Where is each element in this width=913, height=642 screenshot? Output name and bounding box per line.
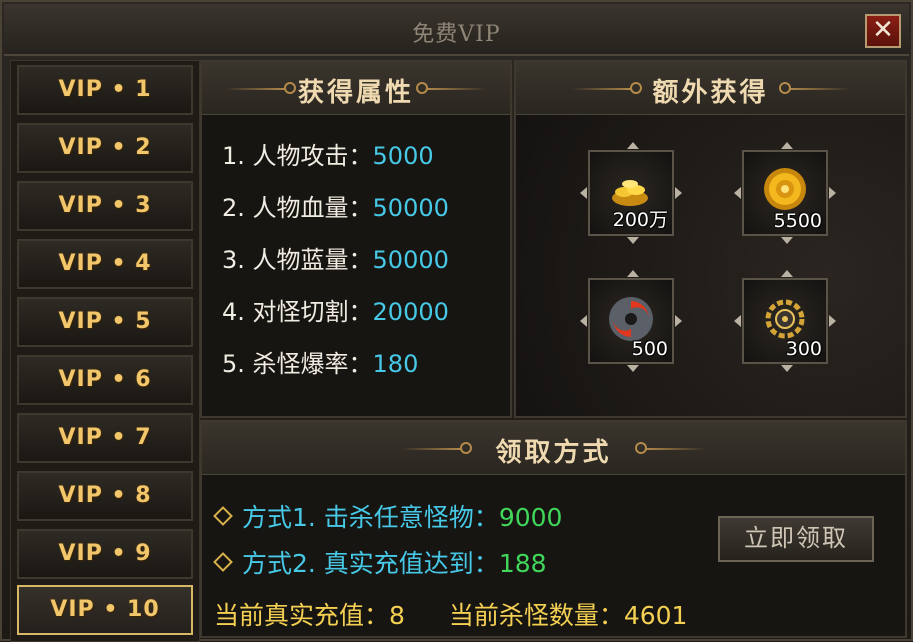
attribute-value: 20000 [372,298,449,326]
method-label: 方式2. 真实充值达到： [242,549,499,578]
claim-title: 领取方式 [495,438,612,468]
current-status: 当前真实充值：8 当前杀怪数量：4601 [214,596,687,632]
vip-tab-list: VIP • 1 VIP • 2 VIP • 3 VIP • 4 VIP • 5 … [10,60,200,642]
recharge-label: 当前真实充值： [214,601,390,630]
close-icon[interactable]: ✕ [865,14,901,48]
kills-value: 4601 [623,601,688,630]
ornament-right [779,82,849,94]
vip-tab-5[interactable]: VIP • 5 [17,297,193,347]
reward-count: 500 [631,338,668,360]
attribute-row: 4. 对怪切割：20000 [222,292,449,327]
attribute-row: 2. 人物血量：50000 [222,188,449,223]
method-value: 9000 [498,503,563,532]
window-title: 免费VIP [412,22,501,47]
vip-tab-3[interactable]: VIP • 3 [17,181,193,231]
claim-method-2: 方式2. 真实充值达到：188 [213,544,547,580]
reward-slot-gold-coin[interactable]: 5500 [734,142,836,244]
attribute-row: 1. 人物攻击：5000 [222,136,434,171]
free-vip-window: 免费VIP ✕ VIP • 1 VIP • 2 VIP • 3 VIP • 4 … [0,0,913,642]
vip-tab-10[interactable]: VIP • 10 [17,585,193,635]
attribute-row: 3. 人物蓝量：50000 [222,240,449,275]
claim-header: 领取方式 [202,422,905,475]
method-value: 188 [498,549,547,578]
attribute-value: 50000 [372,246,449,274]
diamond-bullet-icon [213,552,233,572]
attributes-header: 获得属性 [202,62,510,115]
attribute-label: 1. 人物攻击： [222,142,373,170]
reward-count: 200万 [612,209,668,231]
attributes-panel: 获得属性 1. 人物攻击：5000 2. 人物血量：50000 3. 人物蓝量：… [200,60,512,418]
method-label: 方式1. 击杀任意怪物： [242,503,499,532]
attribute-value: 5000 [372,142,434,170]
kills-label: 当前杀怪数量： [448,601,624,630]
recharge-value: 8 [389,601,405,630]
attribute-label: 2. 人物血量： [222,194,373,222]
vip-tab-4[interactable]: VIP • 4 [17,239,193,289]
vip-tab-2[interactable]: VIP • 2 [17,123,193,173]
reward-slot-gold-ingots[interactable]: 200万 [580,142,682,244]
reward-slot-swirl-orb[interactable]: 500 [580,270,682,372]
vip-tab-7[interactable]: VIP • 7 [17,413,193,463]
extra-rewards-panel: 额外获得 200万 5500 500 300 [514,60,907,418]
ornament-right [416,82,486,94]
attribute-row: 5. 杀怪爆率：180 [222,344,418,379]
attribute-value: 50000 [372,194,449,222]
vip-tab-1[interactable]: VIP • 1 [17,65,193,115]
claim-now-button[interactable]: 立即领取 [718,516,874,562]
attribute-value: 180 [372,350,419,378]
vip-tab-6[interactable]: VIP • 6 [17,355,193,405]
reward-count: 300 [785,338,822,360]
attribute-label: 4. 对怪切割： [222,298,373,326]
claim-panel: 领取方式 方式1. 击杀任意怪物：9000 方式2. 真实充值达到：188 立即… [200,420,907,638]
vip-tab-9[interactable]: VIP • 9 [17,529,193,579]
ornament-right [635,442,705,454]
diamond-bullet-icon [213,506,233,526]
claim-method-1: 方式1. 击杀任意怪物：9000 [213,498,563,534]
attribute-label: 5. 杀怪爆率： [222,350,373,378]
reward-slot-golden-emblem[interactable]: 300 [734,270,836,372]
attribute-label: 3. 人物蓝量： [222,246,373,274]
extra-header: 额外获得 [516,62,905,115]
reward-count: 5500 [773,210,822,232]
title-bar[interactable]: 免费VIP ✕ [4,4,909,56]
vip-tab-8[interactable]: VIP • 8 [17,471,193,521]
